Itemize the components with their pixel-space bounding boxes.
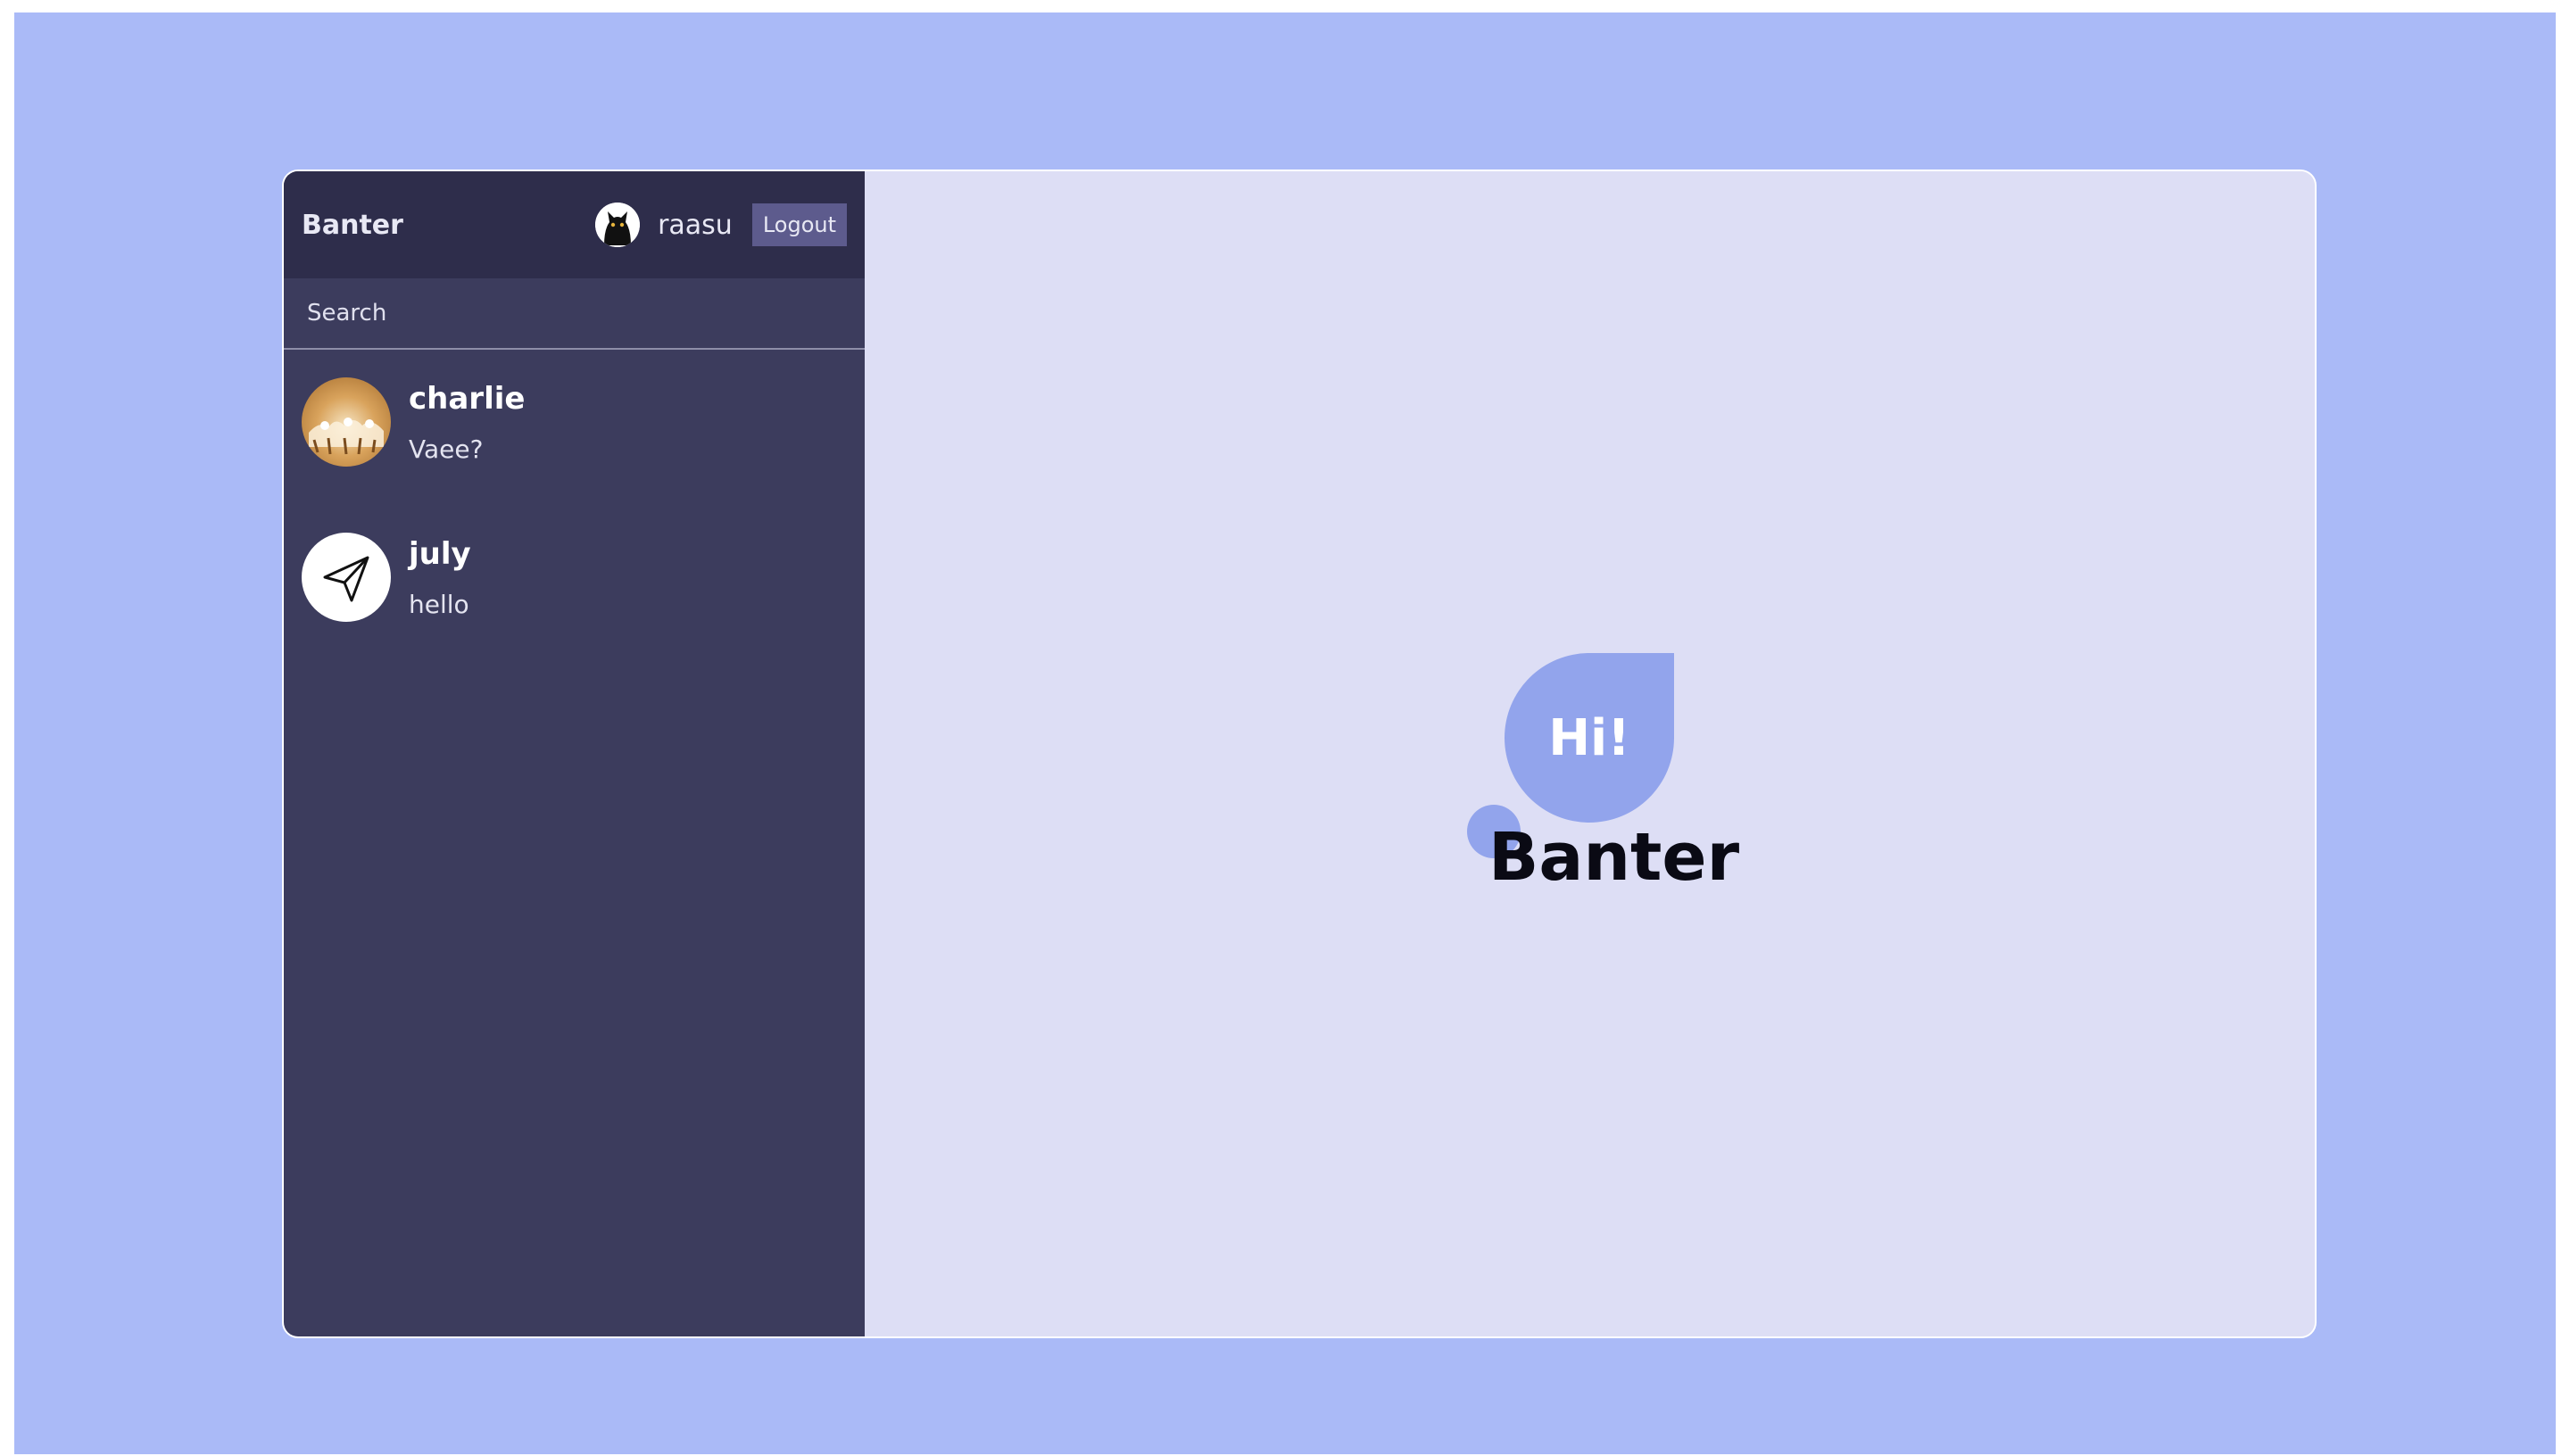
user-name: raasu xyxy=(658,209,733,241)
app-window: Banter raasu Logout Search charlie Vaee?… xyxy=(282,170,2317,1338)
navbar: Banter raasu Logout xyxy=(284,171,865,278)
brand-logo-text: Banter xyxy=(302,209,403,241)
chat-name: july xyxy=(409,535,471,572)
main-panel: Hi! Banter xyxy=(865,171,2315,1336)
chat-list: charlie Vaee? july hello xyxy=(284,350,865,671)
chat-last-message: hello xyxy=(409,589,469,619)
user-avatar xyxy=(595,203,641,247)
chat-name: charlie xyxy=(409,380,526,417)
chat-last-message: Vaee? xyxy=(409,434,484,464)
chat-item-charlie[interactable]: charlie Vaee? xyxy=(284,360,865,484)
send-icon xyxy=(323,556,369,602)
bubble-text: Hi! xyxy=(1548,708,1630,767)
page-background: Banter raasu Logout Search charlie Vaee?… xyxy=(14,12,2556,1454)
chat-avatar xyxy=(302,377,391,467)
horses-photo-icon xyxy=(309,418,384,455)
cat-avatar-icon xyxy=(595,203,641,247)
chat-text: charlie Vaee? xyxy=(409,381,525,464)
search-input[interactable] xyxy=(305,299,843,327)
chat-item-july[interactable]: july hello xyxy=(284,516,865,639)
welcome-title: Banter xyxy=(1488,819,1740,896)
chat-text: july hello xyxy=(409,536,471,619)
current-user: raasu Logout xyxy=(595,203,847,247)
logout-button[interactable]: Logout xyxy=(751,203,847,246)
sidebar: Banter raasu Logout Search charlie Vaee?… xyxy=(284,171,865,1336)
chat-avatar xyxy=(302,533,391,622)
speech-bubble-icon: Hi! xyxy=(1505,653,1674,823)
welcome-logo: Hi! Banter xyxy=(1467,653,1739,921)
search-bar xyxy=(284,278,865,350)
